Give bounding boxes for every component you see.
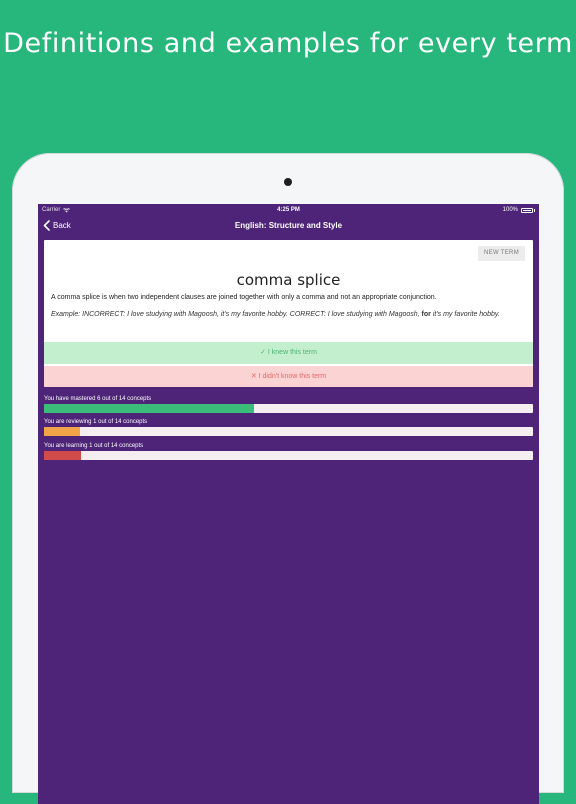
- status-battery: 100%: [503, 207, 535, 213]
- battery-nub: [534, 208, 535, 212]
- tablet-frame: Carrier 4:25 PM 100% Back English: Struc…: [12, 153, 564, 804]
- progress-label: You are learning 1 out of 14 concepts: [44, 443, 144, 449]
- battery-percent: 100%: [502, 207, 518, 213]
- didnt-know-term-button[interactable]: ✕ I didn't know this term: [44, 366, 533, 387]
- status-bar: Carrier 4:25 PM 100%: [38, 204, 539, 218]
- app-screen: Carrier 4:25 PM 100% Back English: Struc…: [38, 204, 539, 804]
- battery-icon: [521, 207, 533, 213]
- nav-title: English: Structure and Style: [234, 221, 343, 230]
- knew-term-button[interactable]: ✓ I knew this term: [44, 342, 533, 364]
- status-time: 4:25 PM: [277, 207, 300, 213]
- progress-track: [44, 404, 533, 413]
- new-term-button[interactable]: NEW TERM: [478, 246, 525, 261]
- learning-progress: You are learning 1 out of 14 concepts: [44, 442, 533, 460]
- term-title: comma splice: [236, 271, 341, 289]
- progress-fill: [44, 451, 81, 460]
- term-card: NEW TERM comma splice A comma splice is …: [44, 240, 533, 387]
- term-definition: A comma splice is when two independent c…: [51, 294, 437, 301]
- reviewing-progress: You are reviewing 1 out of 14 concepts: [44, 418, 533, 436]
- mastered-progress: You have mastered 6 out of 14 concepts: [44, 395, 533, 413]
- nav-bar: Back English: Structure and Style: [38, 218, 539, 238]
- example-bold: for: [421, 311, 431, 318]
- progress-label: You are reviewing 1 out of 14 concepts: [44, 419, 148, 425]
- progress-fill: [44, 427, 80, 436]
- camera-icon: [284, 178, 292, 186]
- progress-label: You have mastered 6 out of 14 concepts: [44, 396, 152, 402]
- example-suffix: it's my favorite hobby.: [430, 311, 500, 318]
- example-prefix: Example: INCORRECT: I love studying with…: [51, 311, 422, 318]
- progress-track: [44, 427, 533, 436]
- progress-fill: [44, 404, 254, 413]
- term-example: Example: INCORRECT: I love studying with…: [51, 310, 521, 320]
- headline: Definitions and examples for every term: [3, 28, 573, 59]
- progress-track: [44, 451, 533, 460]
